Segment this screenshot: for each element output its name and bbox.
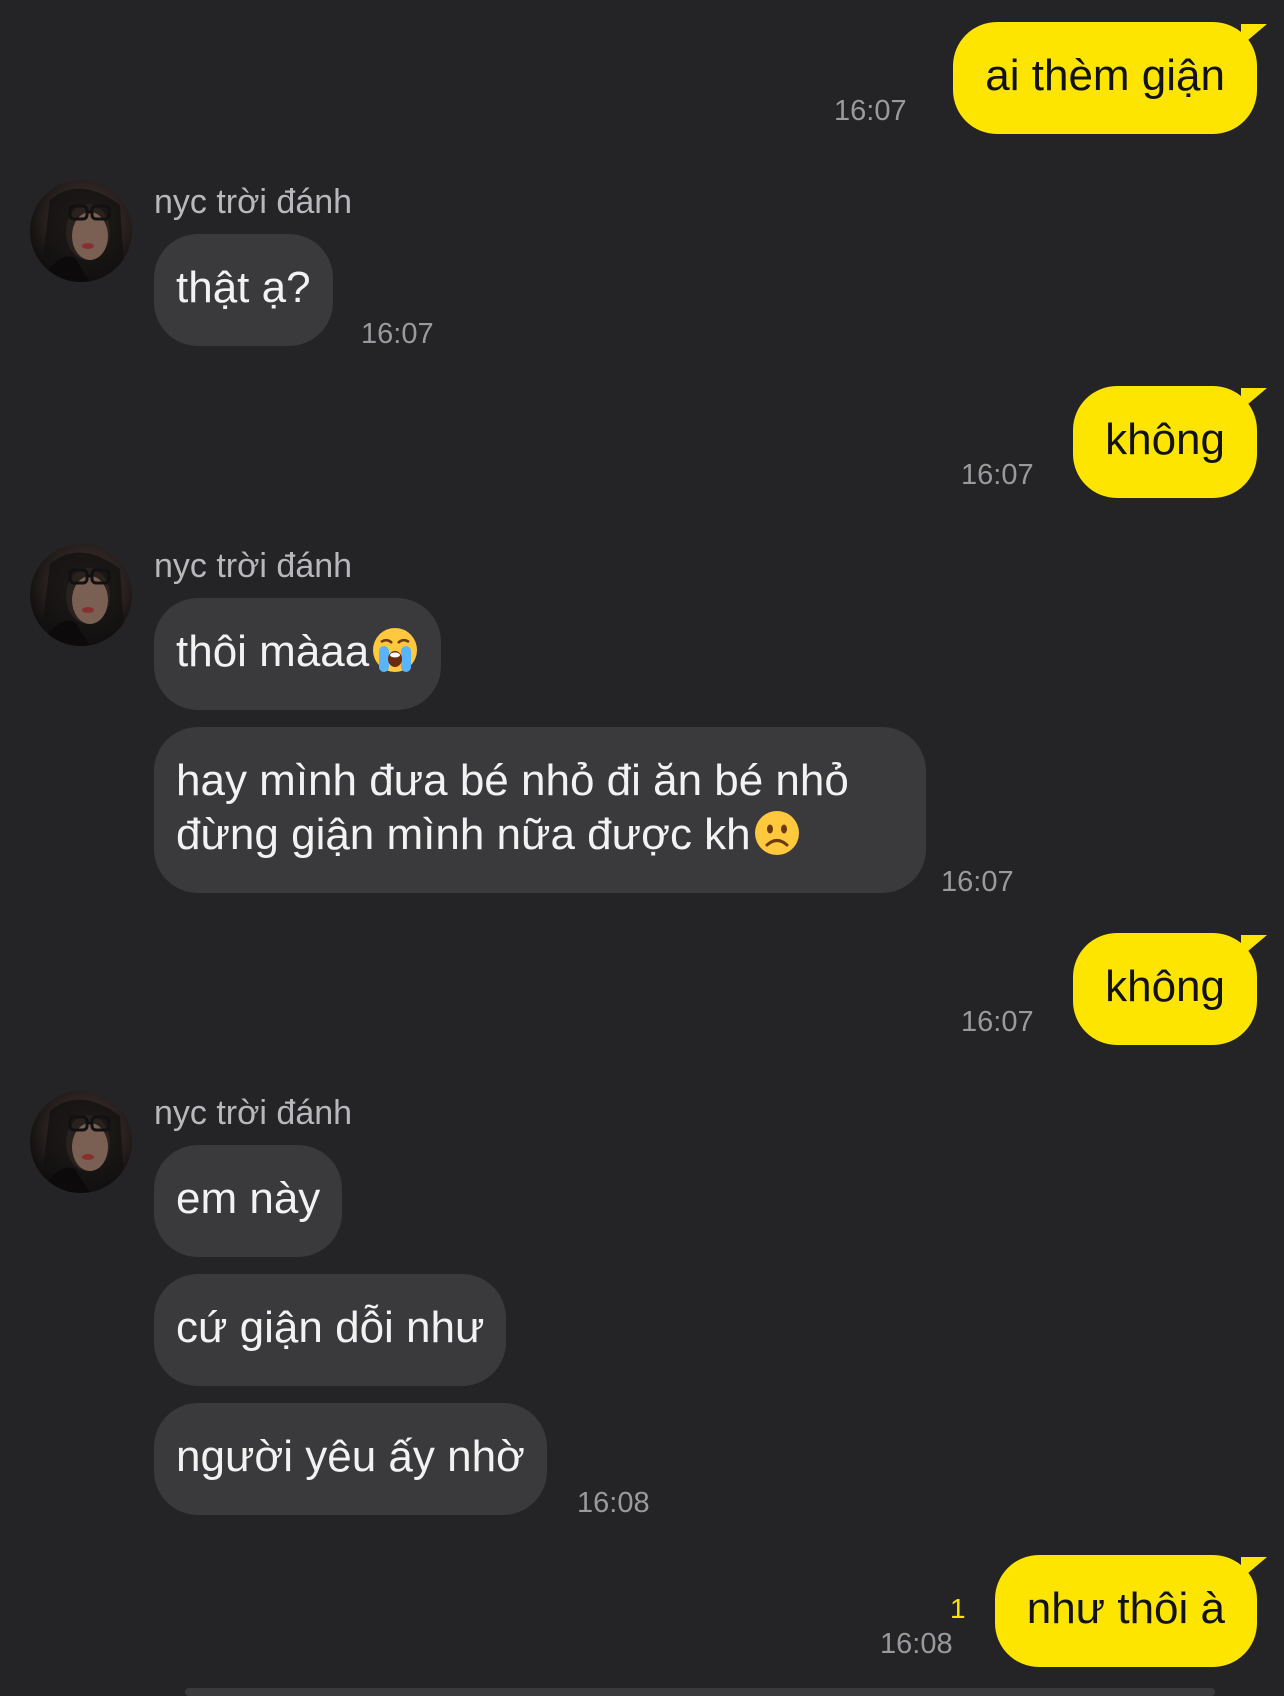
next-message-edge <box>185 1688 1215 1696</box>
incoming-message-bubble[interactable]: hay mình đưa bé nhỏ đi ăn bé nhỏ đừng gi… <box>154 727 926 893</box>
contact-avatar[interactable] <box>30 1091 132 1193</box>
avatar-image <box>40 1099 125 1193</box>
sender-name: nyc trời đánh <box>154 547 353 585</box>
incoming-message-bubble[interactable]: thôi màaa <box>154 598 442 710</box>
message-text: không <box>1105 415 1225 464</box>
outgoing-message-bubble[interactable]: không <box>1073 386 1257 498</box>
avatar-image <box>40 552 125 646</box>
message-text: thật ạ? <box>176 263 311 312</box>
message-timestamp: 16:07 <box>961 459 1034 491</box>
message-text: hay mình đưa bé nhỏ đi ăn bé nhỏ đừng gi… <box>176 756 849 859</box>
incoming-message-bubble[interactable]: em này <box>154 1145 343 1257</box>
contact-avatar[interactable] <box>30 544 132 646</box>
contact-avatar[interactable] <box>30 180 132 282</box>
message-timestamp: 16:08 <box>577 1487 650 1519</box>
incoming-message-bubble[interactable]: cứ giận dỗi như <box>154 1274 507 1386</box>
message-timestamp: 16:07 <box>961 1006 1034 1038</box>
message-text: người yêu ấy nhờ <box>176 1432 525 1481</box>
message-text: không <box>1105 962 1225 1011</box>
message-text: thôi màaa <box>176 627 370 676</box>
outgoing-message-bubble[interactable]: không <box>1073 933 1257 1045</box>
outgoing-message-bubble[interactable]: ai thèm giận <box>953 22 1257 134</box>
bubble-tail <box>1241 388 1267 410</box>
message-timestamp: 16:07 <box>941 866 1014 898</box>
frowning-face-icon <box>754 811 799 855</box>
message-text: cứ giận dỗi như <box>176 1303 485 1352</box>
message-timestamp: 16:08 <box>880 1628 953 1660</box>
message-text: em này <box>176 1174 321 1223</box>
loudly-crying-face-icon <box>373 628 418 672</box>
unread-count-badge: 1 <box>950 1593 966 1624</box>
bubble-tail <box>1241 935 1267 957</box>
message-text: ai thèm giận <box>985 51 1225 100</box>
message-text: như thôi à <box>1026 1584 1225 1633</box>
bubble-tail <box>1241 1557 1267 1579</box>
bubble-tail <box>1241 24 1267 46</box>
message-timestamp: 16:07 <box>361 318 434 350</box>
sender-name: nyc trời đánh <box>154 183 353 221</box>
outgoing-message-bubble[interactable]: như thôi à <box>994 1555 1257 1667</box>
incoming-message-bubble[interactable]: người yêu ấy nhờ <box>154 1403 547 1515</box>
avatar-image <box>40 188 125 282</box>
message-timestamp: 16:07 <box>834 95 907 127</box>
incoming-message-bubble[interactable]: thật ạ? <box>154 234 333 346</box>
sender-name: nyc trời đánh <box>154 1094 353 1132</box>
